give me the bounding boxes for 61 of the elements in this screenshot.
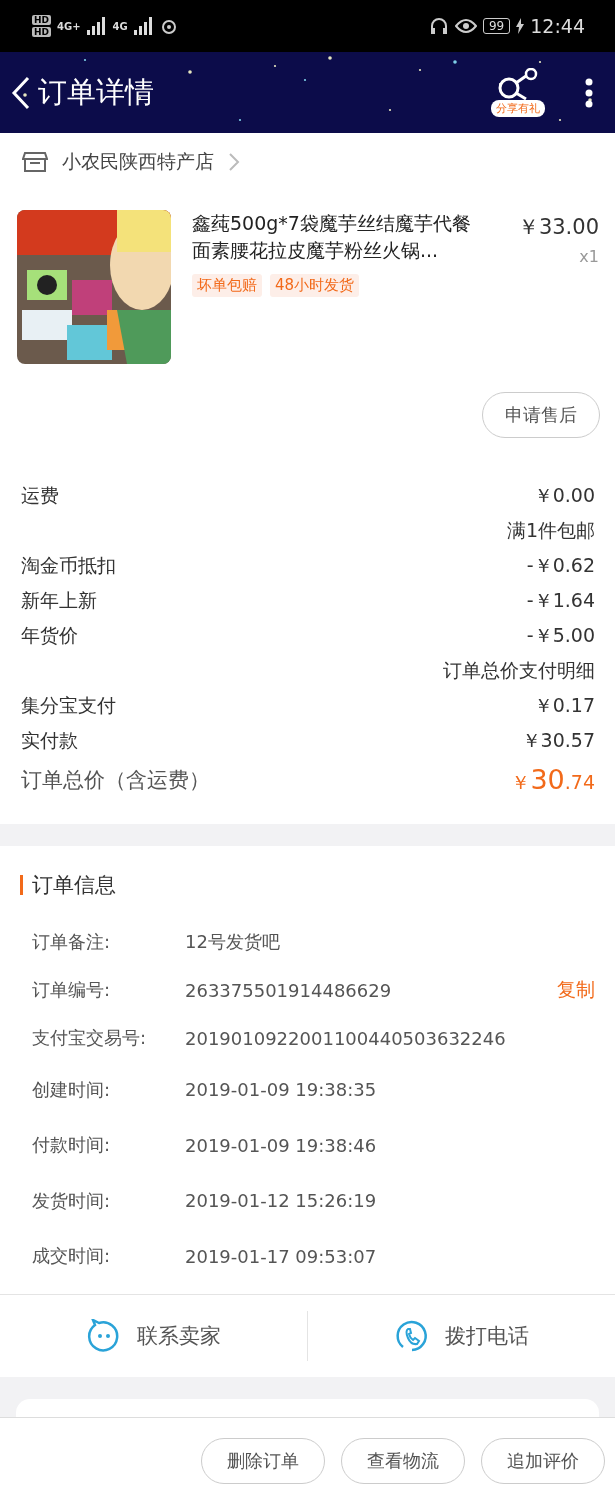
after-sale-button[interactable]: 申请售后 [482,392,600,438]
contact-button[interactable]: 拨打电话 [308,1319,615,1353]
fee-value: -￥5.00 [526,622,595,648]
network-label: 4G+ [57,20,81,32]
store-icon [22,150,48,173]
charging-icon [516,18,525,34]
network-label: 4G [112,20,128,32]
signal-icon [86,17,107,35]
fee-value: ￥0.00 [533,482,595,508]
info-label: 创建时间: [32,1077,112,1102]
chat-icon [86,1319,121,1353]
info-value: 12号发货吧 [185,930,281,954]
fee-label: 淘金币抵扣 [21,552,116,578]
info-label: 成交时间: [32,1244,112,1269]
fee-value: 满1件包邮 [506,517,595,543]
product-quantity: x1 [579,247,599,266]
info-label: 支付宝交易号: [32,1026,148,1050]
info-value: 263375501914486629 [185,979,393,1001]
sim-label: HD [32,27,51,37]
fee-value: -￥0.62 [526,552,595,578]
fee-value: ￥30.57 [521,727,595,753]
page-title: 订单详情 [38,73,154,111]
chevron-icon [228,151,240,172]
fee-label: 运费 [21,482,59,508]
total-price: ￥30.74 [511,764,595,796]
fee-label: 新年上新 [21,587,97,613]
store-name[interactable]: 小农民陕西特产店 [62,148,214,175]
service-tag: 坏单包赔 [192,274,262,297]
product-title[interactable]: 鑫莼500g*7袋魔芋丝结魔芋代餐面素腰花拉皮魔芋粉丝火锅... [192,210,474,264]
fee-label: 实付款 [21,727,78,753]
eye-icon [454,18,477,34]
section-title: 订单信息 [32,872,116,899]
info-value: 2019-01-17 09:53:07 [185,1245,378,1267]
phone-icon [394,1319,429,1353]
clock-time: 12:44 [530,15,585,37]
info-value: 2019-01-09 19:38:46 [185,1134,378,1156]
fee-value: ￥0.17 [533,692,595,718]
info-label: 订单备注: [32,930,112,954]
back-icon[interactable] [10,74,32,111]
order-action-button[interactable]: 查看物流 [341,1438,465,1484]
more-icon[interactable] [585,77,593,108]
info-label: 发货时间: [32,1188,112,1213]
sim-label: HD [32,15,51,25]
total-label: 订单总价（含运费） [21,767,210,794]
info-label: 订单编号: [32,978,112,1002]
info-value: 2019-01-09 19:38:35 [185,1079,378,1101]
service-tag: 48小时发货 [270,274,360,297]
fee-value: -￥1.64 [526,587,595,613]
order-action-button[interactable]: 删除订单 [201,1438,325,1484]
fee-label: 年货价 [21,622,78,648]
contact-button[interactable]: 联系卖家 [0,1319,307,1353]
fee-value: 订单总价支付明细 [443,657,595,683]
product-price: ￥33.00 [517,214,599,241]
battery-level: 99 [482,18,511,34]
info-value: 2019010922001100440503632246 [185,1027,507,1049]
order-action-button[interactable]: 追加评价 [481,1438,605,1484]
signal-icon [133,17,154,35]
info-value: 2019-01-12 15:26:19 [185,1190,378,1212]
headphones-icon [428,16,449,36]
info-label: 付款时间: [32,1133,112,1158]
fee-label: 集分宝支付 [21,692,116,718]
